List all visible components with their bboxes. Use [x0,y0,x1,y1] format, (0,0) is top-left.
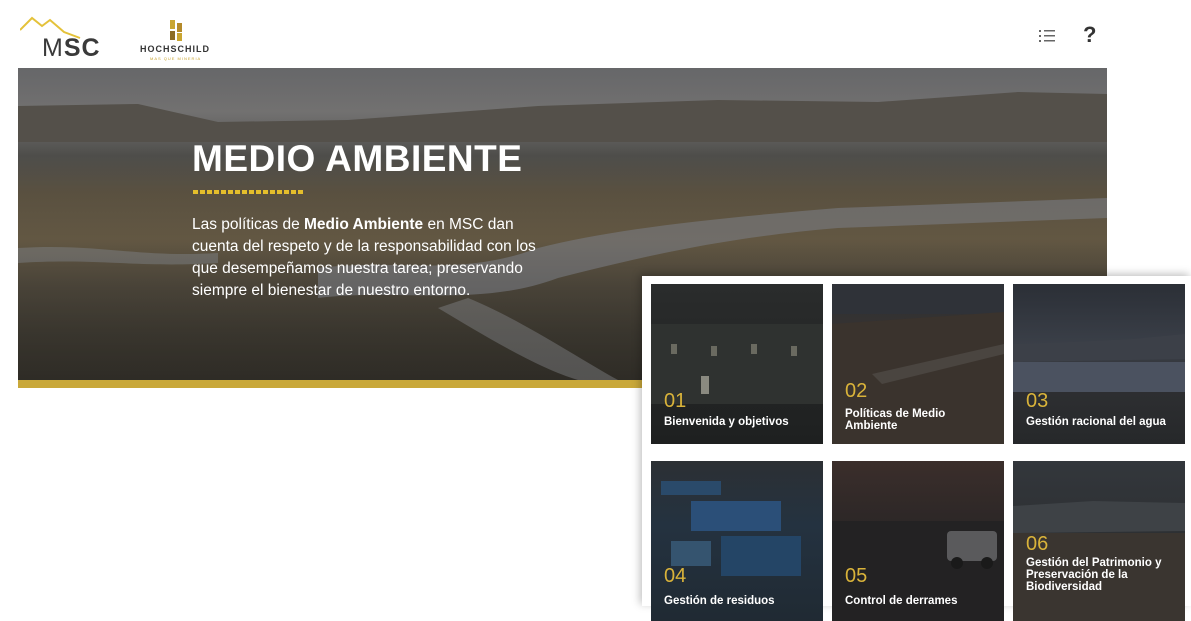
hochschild-mark-icon [170,20,182,41]
module-number: 03 [1026,390,1049,412]
hero-description-text: Las políticas de [192,216,305,233]
header: MSC HOCHSCHILD MAS QUE MINERIA ? [0,0,1107,68]
help-button[interactable]: ? [1083,22,1096,48]
module-title: Gestión de residuos [664,595,775,607]
module-number: 01 [664,390,687,412]
module-title: Bienvenida y objetivos [664,416,789,428]
module-card-05[interactable]: 05 Control de derrames [832,461,1004,621]
module-card-01[interactable]: 01 Bienvenida y objetivos [651,284,823,444]
hochschild-logo[interactable]: HOCHSCHILD MAS QUE MINERIA [140,14,230,64]
module-title: Gestión del Patrimonio y Preservación de… [1026,557,1162,593]
modules-panel: 01 Bienvenida y objetivos 02 Políticas d… [642,276,1191,621]
hero-description-emphasis: Medio Ambiente [304,216,424,233]
module-number: 05 [845,565,868,587]
module-number: 06 [1026,533,1049,555]
title-accent-divider [193,190,303,194]
msc-wordmark-sc: SC [63,34,101,62]
msc-wordmark-m: M [42,34,64,62]
module-card-04[interactable]: 04 Gestión de residuos [651,461,823,621]
menu-button[interactable] [1039,28,1061,48]
msc-wordmark: MSC [42,34,101,63]
module-title: Políticas de Medio Ambiente [845,408,946,432]
module-title: Control de derrames [845,595,958,607]
module-number: 02 [845,380,868,402]
page-title: MEDIO AMBIENTE [192,138,523,179]
module-number: 04 [664,565,687,587]
list-icon [1039,30,1055,42]
hochschild-tagline: MAS QUE MINERIA [150,56,202,61]
module-card-06[interactable]: 06 Gestión del Patrimonio y Preservación… [1013,461,1185,621]
hero-description: Las políticas de Medio Ambiente en MSC d… [192,214,562,302]
module-title: Gestión racional del agua [1026,416,1166,428]
hochschild-wordmark: HOCHSCHILD [140,44,210,54]
module-card-02[interactable]: 02 Políticas de Medio Ambiente [832,284,1004,444]
msc-logo[interactable]: MSC [20,12,110,62]
module-card-03[interactable]: 03 Gestión racional del agua [1013,284,1185,444]
